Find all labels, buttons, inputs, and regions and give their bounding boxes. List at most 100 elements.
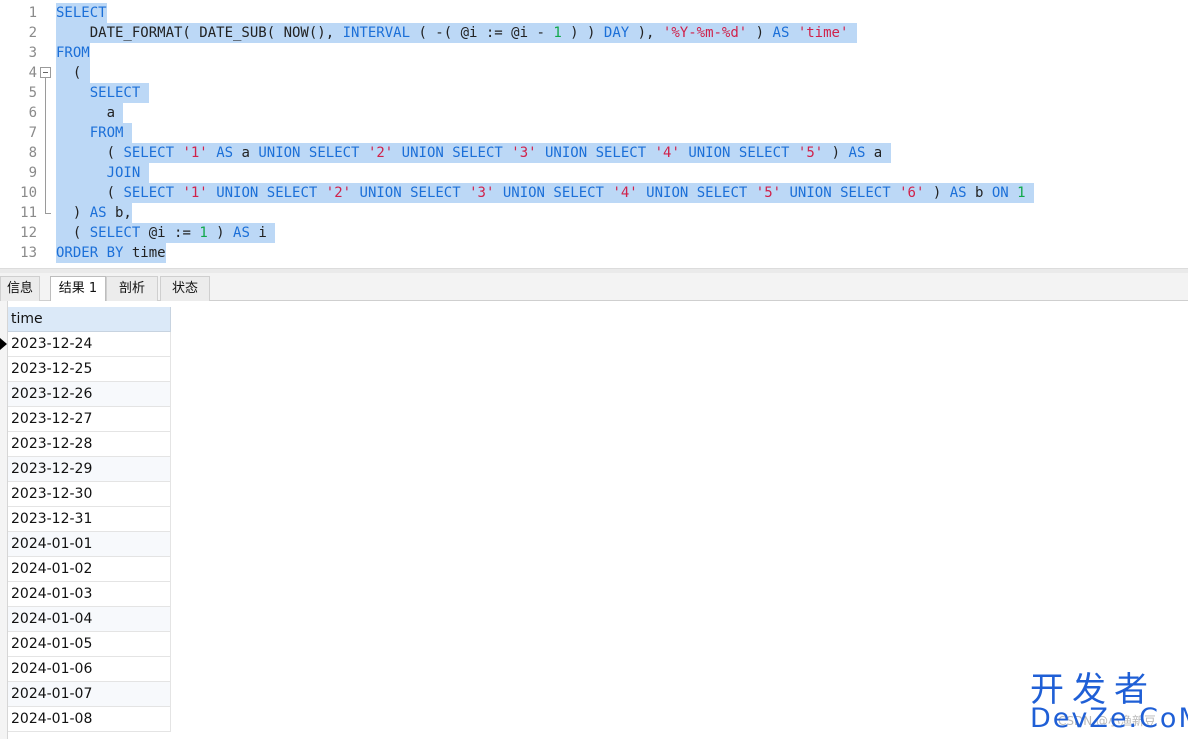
- code-line[interactable]: 10 ( SELECT '1' UNION SELECT '2' UNION S…: [0, 183, 1188, 203]
- table-row[interactable]: 2023-12-29: [8, 457, 171, 482]
- table-row[interactable]: 2023-12-24: [8, 332, 171, 357]
- table-row[interactable]: 2024-01-08: [8, 707, 171, 732]
- code-token: a: [233, 145, 259, 161]
- result-tabs: 信息 结果 1 剖析 状态: [0, 273, 1188, 302]
- code-token: ): [924, 185, 950, 201]
- code-token: 1: [1017, 185, 1026, 201]
- code-text: ( SELECT @i := 1 ) AS i: [56, 223, 276, 243]
- table-row[interactable]: 2024-01-04: [8, 607, 171, 632]
- code-line[interactable]: 11 ) AS b,: [0, 203, 1188, 223]
- line-number: 9: [28, 165, 37, 181]
- code-text: a: [56, 103, 124, 123]
- code-token: '6': [899, 185, 925, 201]
- line-number: 1: [28, 5, 37, 21]
- tab-0[interactable]: 信息: [0, 276, 40, 301]
- code-token: '5': [755, 185, 782, 201]
- code-text: SELECT: [56, 83, 149, 103]
- code-text: JOIN: [56, 163, 149, 183]
- code-line[interactable]: 6 a: [0, 103, 1188, 123]
- code-token: UNION SELECT: [216, 185, 318, 201]
- code-line[interactable]: 1 SELECT: [0, 3, 1188, 23]
- table-row[interactable]: 2023-12-31: [8, 507, 171, 532]
- code-token: b,: [106, 205, 132, 221]
- code-token: (: [56, 145, 124, 161]
- code-token: ( -( @i := @i -: [410, 25, 554, 41]
- code-line[interactable]: 3 FROM: [0, 43, 1188, 63]
- code-token: (: [56, 65, 90, 81]
- code-token: a: [56, 105, 124, 121]
- code-token: (: [56, 185, 124, 201]
- code-token: ): [747, 25, 773, 41]
- fold-collapse-icon[interactable]: [40, 67, 51, 78]
- code-token: ),: [629, 25, 663, 41]
- code-token: ) ): [561, 25, 604, 41]
- table-row[interactable]: 2023-12-26: [8, 382, 171, 407]
- code-line[interactable]: 13 ORDER BY time: [0, 243, 1188, 263]
- code-text: SELECT: [56, 3, 107, 23]
- code-line[interactable]: 2 DATE_FORMAT( DATE_SUB( NOW(), INTERVAL…: [0, 23, 1188, 43]
- code-line[interactable]: 8 ( SELECT '1' AS a UNION SELECT '2' UNI…: [0, 143, 1188, 163]
- watermark-en: DevZe.CoM: [1030, 703, 1188, 734]
- code-text: ( SELECT '1' AS a UNION SELECT '2' UNION…: [56, 143, 891, 163]
- code-token: AS: [949, 185, 967, 201]
- code-token: UNION SELECT: [789, 185, 891, 201]
- table-row[interactable]: 2023-12-30: [8, 482, 171, 507]
- watermark-logo: CSDN @小渔新豆 开发者 DevZe.CoM: [1028, 672, 1188, 734]
- code-line[interactable]: 9 JOIN: [0, 163, 1188, 183]
- code-token: time: [123, 245, 166, 261]
- code-token: '1': [182, 185, 208, 201]
- line-number: 11: [20, 205, 37, 221]
- tab-3[interactable]: 状态: [160, 276, 210, 301]
- table-row[interactable]: 2024-01-02: [8, 557, 171, 582]
- code-token: 'time': [797, 25, 849, 41]
- result-grid[interactable]: time 2023-12-24 2023-12-25 2023-12-26 2023-…: [0, 301, 1188, 739]
- table-row[interactable]: 2024-01-07: [8, 682, 171, 707]
- table-row[interactable]: 2023-12-27: [8, 407, 171, 432]
- code-line[interactable]: 7 FROM: [0, 123, 1188, 143]
- code-token: '5': [797, 145, 824, 161]
- table-row[interactable]: 2023-12-25: [8, 357, 171, 382]
- code-token: '4': [612, 185, 638, 201]
- current-row-pointer-icon: [0, 338, 7, 350]
- table-row[interactable]: 2023-12-28: [8, 432, 171, 457]
- line-number: 10: [20, 185, 37, 201]
- code-line[interactable]: 4 (: [0, 63, 1188, 83]
- fold-end-marker: [45, 203, 51, 214]
- table-row[interactable]: 2024-01-03: [8, 582, 171, 607]
- code-token: SELECT: [89, 85, 141, 101]
- column-header-time[interactable]: time: [8, 307, 171, 332]
- sql-editor[interactable]: 1 SELECT 2 DATE_FORMAT( DATE_SUB( NOW(), I…: [0, 0, 1188, 268]
- code-token: UNION SELECT: [401, 145, 503, 161]
- tab-1[interactable]: 结果 1: [50, 276, 106, 302]
- table-row[interactable]: 2024-01-01: [8, 532, 171, 557]
- code-token: AS: [772, 25, 790, 41]
- code-line[interactable]: 5 SELECT: [0, 83, 1188, 103]
- code-token: JOIN: [106, 165, 141, 181]
- code-token: AS: [848, 145, 866, 161]
- code-token: b: [966, 185, 992, 201]
- table-row[interactable]: 2024-01-05: [8, 632, 171, 657]
- line-number: 6: [28, 105, 37, 121]
- code-line[interactable]: 12 ( SELECT @i := 1 ) AS i: [0, 223, 1188, 243]
- row-gutter[interactable]: [0, 301, 8, 739]
- fold-guide-line: [45, 78, 46, 203]
- table-row[interactable]: 2024-01-06: [8, 657, 171, 682]
- code-token: @i :=: [140, 225, 200, 241]
- code-token: SELECT: [89, 225, 141, 241]
- code-token: AS: [216, 145, 234, 161]
- code-token: DATE_FORMAT( DATE_SUB( NOW(),: [56, 25, 343, 41]
- tab-2[interactable]: 剖析: [106, 276, 158, 301]
- code-text: DATE_FORMAT( DATE_SUB( NOW(), INTERVAL (…: [56, 23, 857, 43]
